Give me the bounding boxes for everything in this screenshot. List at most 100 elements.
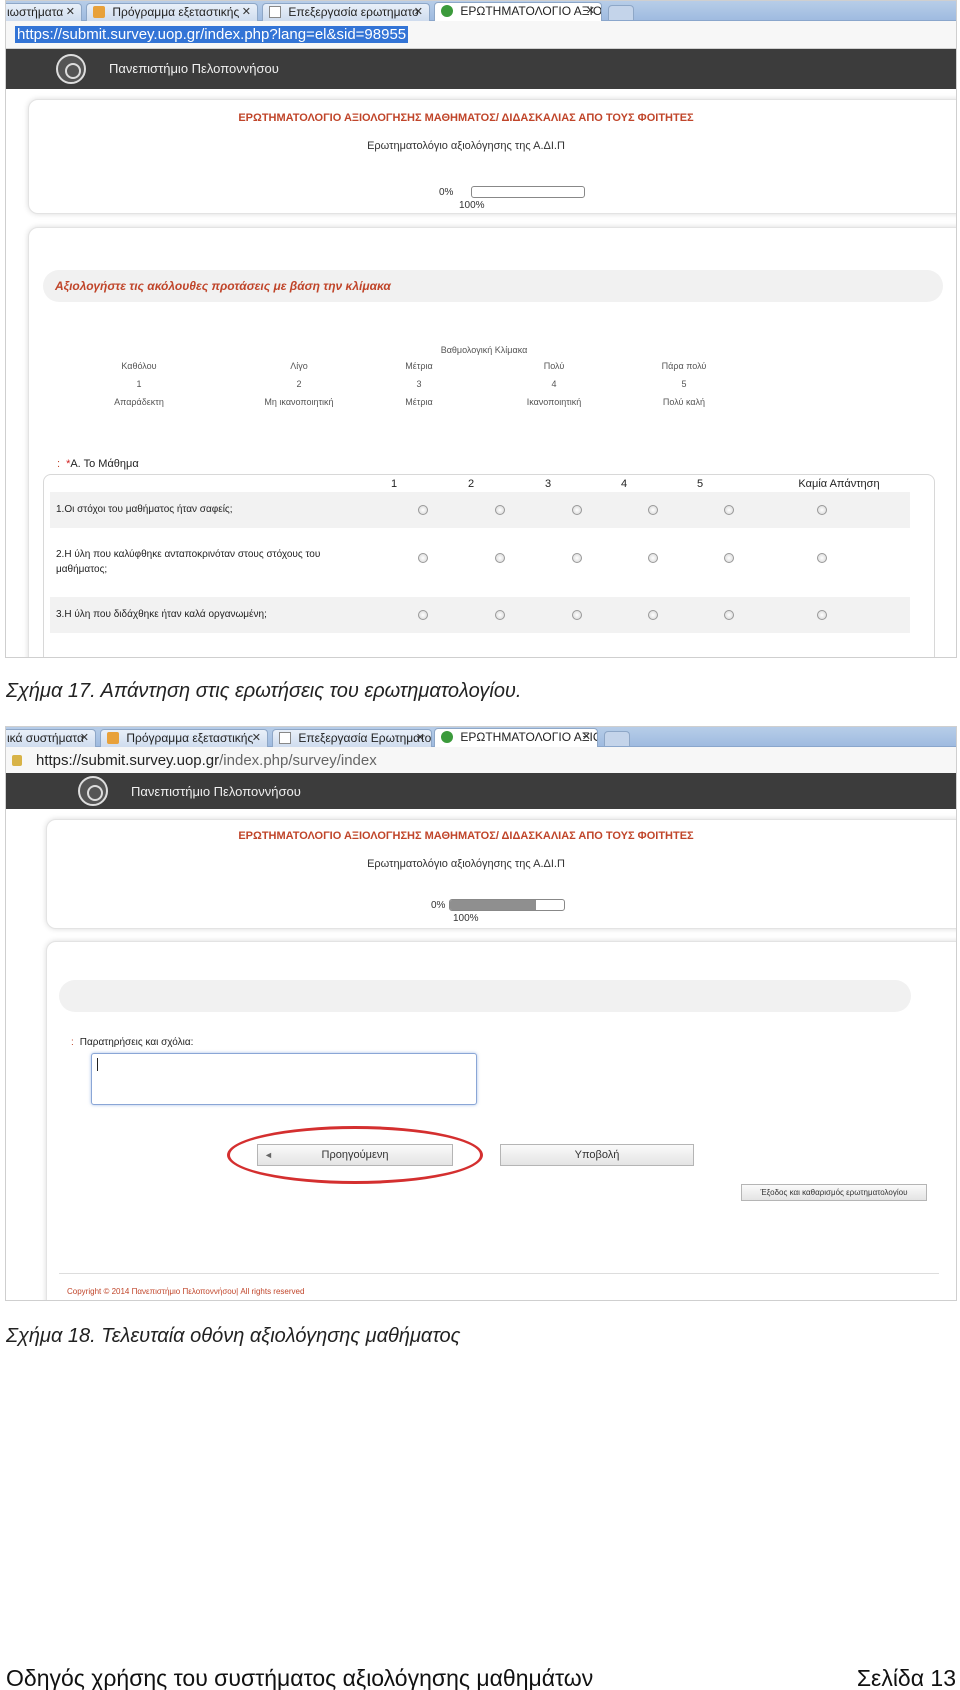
- close-icon[interactable]: ✕: [586, 3, 595, 19]
- check-icon: [441, 5, 453, 17]
- university-logo: [78, 776, 108, 806]
- section-heading-bar: [59, 980, 911, 1012]
- radio-option-5[interactable]: [724, 610, 734, 620]
- close-icon[interactable]: ✕: [252, 730, 261, 746]
- browser-tabbar: ιωστήματα ✕ Πρόγραμμα εξεταστικής ✕ Επεξ…: [6, 1, 956, 21]
- grid-header: 3: [544, 478, 552, 490]
- url-path: /index.php/survey/index: [219, 752, 377, 769]
- close-icon[interactable]: ✕: [416, 730, 425, 746]
- radio-option-1[interactable]: [418, 553, 428, 563]
- close-icon[interactable]: ✕: [582, 729, 591, 745]
- exit-button[interactable]: Έξοδος και καθαρισμός ερωτηματολογίου: [741, 1184, 927, 1201]
- progress-end-label: 100%: [459, 200, 485, 211]
- screenshot-figure-17: ιωστήματα ✕ Πρόγραμμα εξεταστικής ✕ Επεξ…: [5, 0, 957, 658]
- scale-word: Μέτρια: [405, 361, 433, 371]
- address-bar[interactable]: https://submit.survey.uop.gr/index.php?l…: [6, 21, 956, 49]
- scale-word: Πάρα πολύ: [661, 361, 707, 371]
- browser-tab[interactable]: Πρόγραμμα εξεταστικής ✕: [86, 3, 258, 21]
- browser-tab[interactable]: Πρόγραμμα εξεταστικής ✕: [100, 729, 268, 747]
- tab-label: ιωστήματα: [7, 5, 64, 19]
- radio-option-5[interactable]: [724, 553, 734, 563]
- grid-header: 2: [467, 478, 475, 490]
- grid-header: 4: [620, 478, 628, 490]
- browser-tab[interactable]: ιωστήματα ✕: [6, 3, 82, 21]
- progress-start-label: 0%: [439, 187, 454, 198]
- scale-number: 2: [296, 379, 302, 389]
- close-icon[interactable]: ✕: [80, 730, 89, 746]
- question-row: 1.Οι στόχοι του μαθήματος ήταν σαφείς;: [50, 492, 910, 528]
- progress-end-label: 100%: [453, 913, 479, 924]
- radio-option-2[interactable]: [495, 553, 505, 563]
- close-icon[interactable]: ✕: [414, 4, 423, 20]
- survey-title: ΕΡΩΤΗΜΑΤΟΛΟΓΙΟ ΑΞΙΟΛΟΓΗΣΗΣ ΜΑΘΗΜΑΤΟΣ/ ΔΙ…: [238, 830, 694, 842]
- university-name: Πανεπιστήμιο Πελοποννήσου: [109, 61, 279, 76]
- url-text[interactable]: https://submit.survey.uop.gr/index.php?l…: [15, 26, 409, 43]
- survey-subtitle: Ερωτηματολόγιο αξιολόγησης της Α.ΔΙ.Π: [367, 858, 565, 870]
- tab-label: ΕΡΩΤΗΜΑΤΟΛΟΓΙΟ ΑΞΙΟ: [460, 730, 598, 744]
- comment-card: : Παρατηρήσεις και σχόλια: ◄ Προηγούμενη …: [46, 941, 956, 1300]
- university-name: Πανεπιστήμιο Πελοποννήσου: [131, 784, 301, 799]
- document-icon: [269, 6, 281, 18]
- survey-title: ΕΡΩΤΗΜΑΤΟΛΟΓΙΟ ΑΞΙΟΛΟΓΗΣΗΣ ΜΑΘΗΜΑΤΟΣ/ ΔΙ…: [238, 112, 694, 124]
- radio-no-answer[interactable]: [817, 610, 827, 620]
- question-row: 2.Η ύλη που καλύφθηκε ανταποκρινόταν στο…: [50, 541, 910, 587]
- close-icon[interactable]: ✕: [242, 4, 251, 20]
- address-bar[interactable]: https://submit.survey.uop.gr/index.php/s…: [6, 747, 956, 775]
- radio-no-answer[interactable]: [817, 505, 827, 515]
- comment-label: : Παρατηρήσεις και σχόλια:: [71, 1037, 193, 1048]
- browser-tabbar: ικά συστήματα ✕ Πρόγραμμα εξεταστικής ✕ …: [6, 727, 956, 747]
- radio-option-3[interactable]: [572, 505, 582, 515]
- question-group-title: : *Α. Το Μάθημα: [57, 458, 139, 470]
- new-tab-button[interactable]: [608, 5, 634, 20]
- home-icon: [107, 732, 119, 744]
- radio-option-1[interactable]: [418, 610, 428, 620]
- browser-tab-active[interactable]: ΕΡΩΤΗΜΑΤΟΛΟΓΙΟ ΑΞΙΟ ✕: [434, 728, 598, 747]
- radio-option-5[interactable]: [724, 505, 734, 515]
- close-icon[interactable]: ✕: [66, 4, 75, 20]
- browser-tab[interactable]: Επεξεργασία Ερωτηματο ✕: [272, 729, 432, 747]
- browser-tab[interactable]: ικά συστήματα ✕: [6, 729, 96, 747]
- radio-option-4[interactable]: [648, 610, 658, 620]
- radio-no-answer[interactable]: [817, 553, 827, 563]
- grid-header: Καμία Απάντηση: [798, 478, 880, 490]
- radio-option-3[interactable]: [572, 610, 582, 620]
- progress-bar: [449, 899, 565, 911]
- submit-button[interactable]: Υποβολή: [500, 1144, 694, 1166]
- submit-button-label: Υποβολή: [574, 1149, 620, 1161]
- tab-label: ΕΡΩΤΗΜΑΤΟΛΟΓΙΟ ΑΞΙΟ: [460, 4, 602, 18]
- radio-option-1[interactable]: [418, 505, 428, 515]
- url-host: https://submit.survey.uop.gr: [36, 752, 220, 769]
- progress-start-label: 0%: [431, 900, 446, 911]
- scale-word: Πολύ: [543, 361, 565, 371]
- page-footer: Οδηγός χρήσης του συστήματος αξιολόγησης…: [6, 1665, 956, 1690]
- survey-header-card: ΕΡΩΤΗΜΑΤΟΛΟΓΙΟ ΑΞΙΟΛΟΓΗΣΗΣ ΜΑΘΗΜΑΤΟΣ/ ΔΙ…: [28, 99, 956, 214]
- lock-icon: [12, 755, 22, 766]
- question-text: 3.Η ύλη που διδάχθηκε ήταν καλά οργανωμέ…: [56, 609, 267, 620]
- footer-divider: [59, 1273, 939, 1274]
- question-row: 3.Η ύλη που διδάχθηκε ήταν καλά οργανωμέ…: [50, 597, 910, 633]
- question-text: 2.Η ύλη που καλύφθηκε ανταποκρινόταν στο…: [56, 549, 321, 575]
- figure-17-caption: Σχήμα 17. Απάντηση στις ερωτήσεις του ερ…: [6, 680, 522, 702]
- scale-description: Απαράδεκτη: [114, 397, 164, 407]
- radio-option-2[interactable]: [495, 610, 505, 620]
- radio-option-4[interactable]: [648, 505, 658, 515]
- url-text[interactable]: https://submit.survey.uop.gr/index.php/s…: [34, 752, 379, 769]
- comment-textarea[interactable]: [91, 1053, 477, 1105]
- radio-option-2[interactable]: [495, 505, 505, 515]
- copyright-text: Copyright © 2014 Πανεπιστήμιο Πελοποννήσ…: [67, 1287, 305, 1296]
- scale-word: Λίγο: [290, 361, 308, 371]
- browser-tab[interactable]: Επεξεργασία ερωτηματο ✕: [262, 3, 430, 21]
- survey-subtitle: Ερωτηματολόγιο αξιολόγησης της Α.ΔΙ.Π: [367, 140, 565, 152]
- new-tab-button[interactable]: [604, 731, 630, 746]
- browser-tab-active[interactable]: ΕΡΩΤΗΜΑΤΟΛΟΓΙΟ ΑΞΙΟ ✕: [434, 2, 602, 21]
- grid-header: 5: [696, 478, 704, 490]
- question-text: 1.Οι στόχοι του μαθήματος ήταν σαφείς;: [56, 504, 233, 515]
- document-icon: [279, 732, 291, 744]
- comment-label-text: Παρατηρήσεις και σχόλια:: [79, 1037, 194, 1048]
- group-label: Α. Το Μάθημα: [70, 458, 139, 470]
- scale-number: 1: [136, 379, 142, 389]
- comment-colon: :: [71, 1037, 74, 1048]
- radio-option-3[interactable]: [572, 553, 582, 563]
- tab-label: Πρόγραμμα εξεταστικής: [126, 731, 254, 745]
- radio-option-4[interactable]: [648, 553, 658, 563]
